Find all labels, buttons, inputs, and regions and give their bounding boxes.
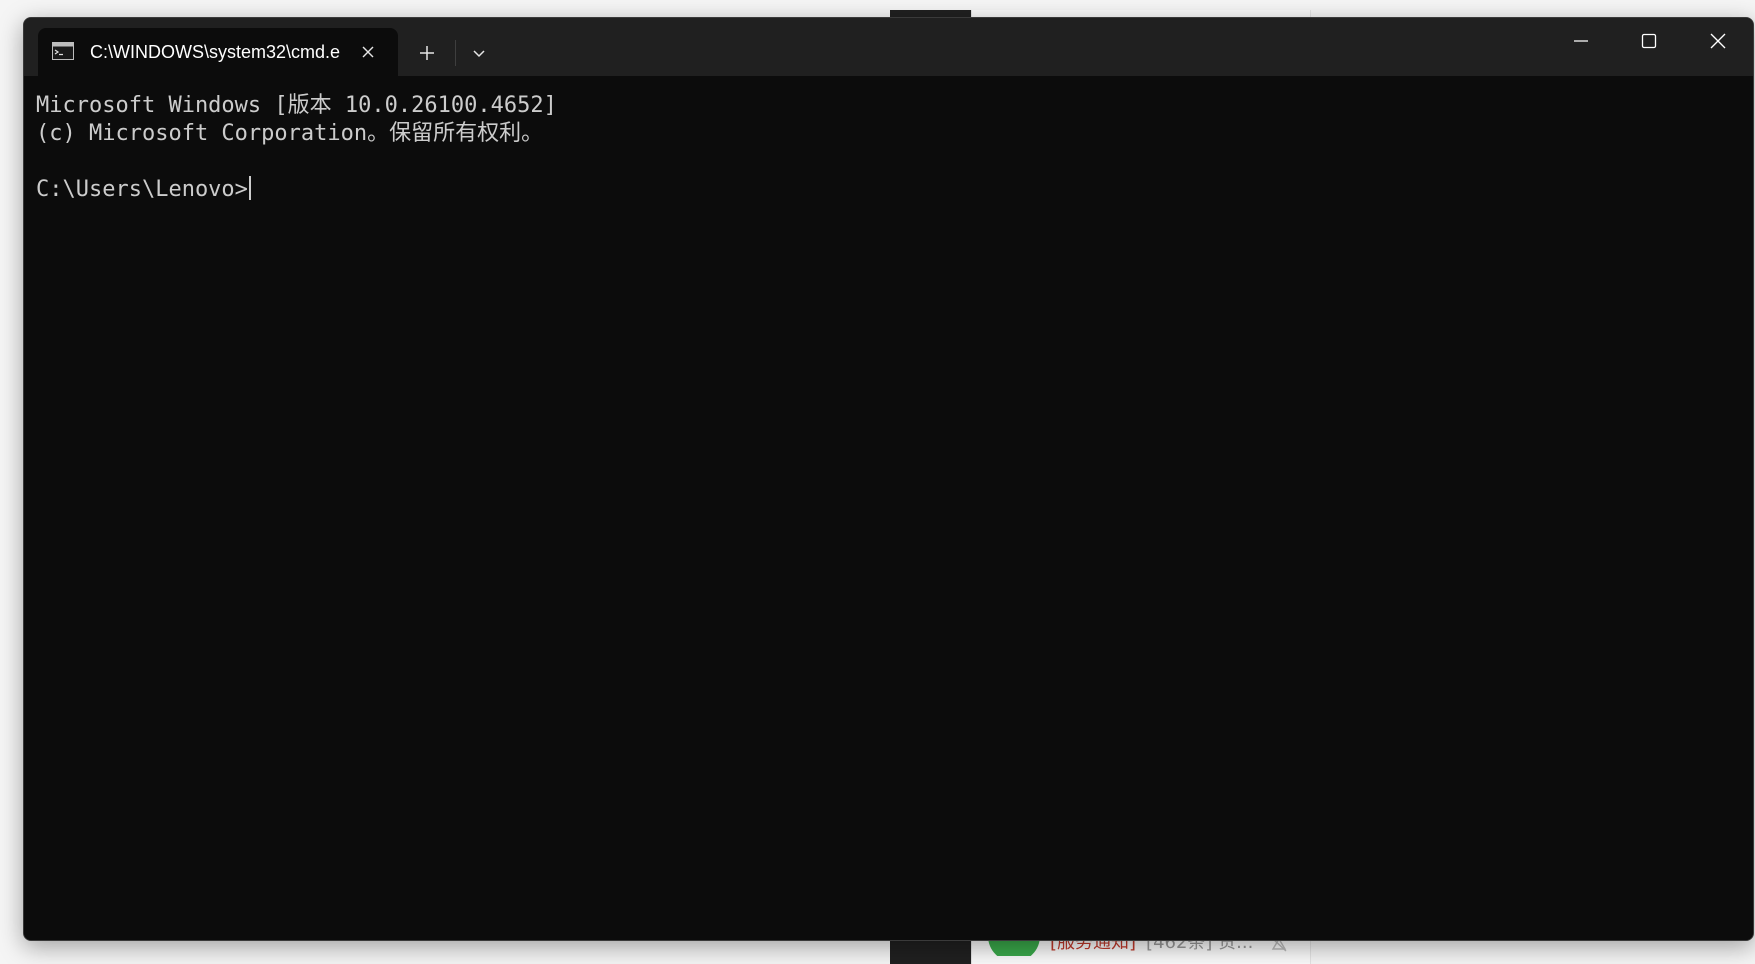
- profile-dropdown-button[interactable]: [464, 38, 494, 68]
- title-bar[interactable]: C:\WINDOWS\system32\cmd.exe: [24, 18, 1753, 76]
- terminal-line: (c) Microsoft Corporation。保留所有权利。: [36, 121, 544, 146]
- close-icon: [1710, 33, 1726, 49]
- new-tab-button[interactable]: [412, 38, 442, 68]
- cmd-icon: [52, 42, 74, 60]
- terminal-window: C:\WINDOWS\system32\cmd.exe Microsoft Wi…: [23, 17, 1754, 941]
- terminal-output[interactable]: Microsoft Windows [版本 10.0.26100.4652] (…: [24, 76, 1753, 940]
- window-close-button[interactable]: [1684, 18, 1752, 64]
- maximize-button[interactable]: [1615, 18, 1683, 64]
- toolbar-divider: [455, 40, 456, 66]
- text-cursor: [248, 176, 251, 200]
- maximize-icon: [1641, 33, 1657, 49]
- chevron-down-icon: [473, 50, 485, 58]
- close-icon: [362, 46, 374, 58]
- tab-cmd[interactable]: C:\WINDOWS\system32\cmd.exe: [38, 28, 398, 76]
- terminal-line: Microsoft Windows [版本 10.0.26100.4652]: [36, 93, 557, 118]
- tab-close-button[interactable]: [356, 40, 380, 64]
- minimize-icon: [1574, 40, 1588, 42]
- tab-title: C:\WINDOWS\system32\cmd.exe: [90, 42, 340, 62]
- plus-icon: [420, 46, 434, 60]
- minimize-button[interactable]: [1547, 18, 1615, 64]
- command-prompt-line[interactable]: C:\Users\Lenovo>: [36, 176, 251, 204]
- prompt-path: C:\Users\Lenovo>: [36, 177, 248, 202]
